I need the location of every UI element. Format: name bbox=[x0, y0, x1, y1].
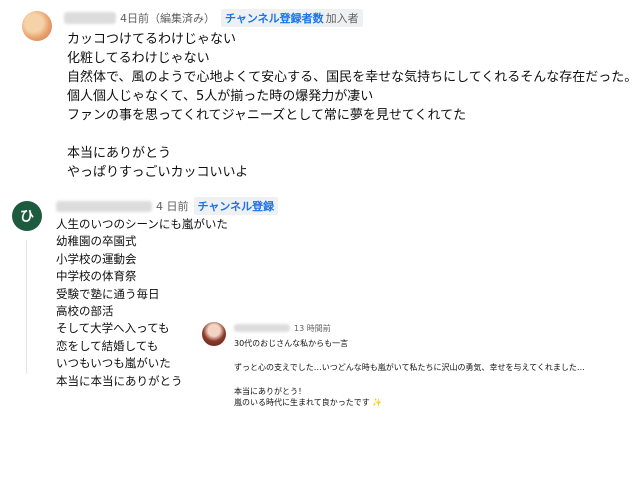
avatar[interactable] bbox=[202, 322, 226, 346]
avatar-letter: ひ bbox=[20, 209, 34, 225]
comment-line: やっぱりすっごいカッコいいよ bbox=[67, 165, 249, 180]
timestamp[interactable]: 4 日前 bbox=[156, 198, 189, 214]
reply-comment: 13 時間前 30代のおじさんな私からも一言 ずっと心の支えでした…いつどんな時… bbox=[0, 318, 640, 418]
comment-line: 化粧してるわけじゃない bbox=[67, 51, 210, 66]
timestamp[interactable]: 4日前（編集済み） bbox=[120, 10, 215, 26]
comment-line: ずっと心の支えでした…いつどんな時も嵐がいて私たちに沢山の勇気、幸せを与えてくれ… bbox=[234, 363, 585, 372]
comment-line bbox=[67, 125, 637, 144]
comment-text: カッコつけてるわけじゃない 化粧してるわけじゃない 自然体で、風のようで心地よく… bbox=[67, 30, 637, 182]
comment-line: 自然体で、風のようで心地よくて安心する、国民を幸せな気持ちにしてくれるそんな存在… bbox=[67, 70, 638, 85]
comment-line: 人生のいつのシーンにも嵐がいた bbox=[56, 217, 228, 231]
comment-line: 小学校の運動会 bbox=[56, 251, 137, 266]
comment-line: 本当にありがとう bbox=[67, 146, 172, 161]
username[interactable] bbox=[56, 200, 152, 212]
username[interactable] bbox=[234, 324, 290, 332]
comment-header: 13 時間前 bbox=[234, 322, 331, 334]
comment-1: 4日前（編集済み） チャンネル登録者数 加入者 カッコつけてるわけじゃない 化粧… bbox=[0, 0, 640, 180]
comment-line: 嵐のいる時代に生まれて良かったです ✨ bbox=[234, 398, 383, 407]
comment-line: 30代のおじさんな私からも一言 bbox=[234, 339, 349, 348]
comment-line bbox=[234, 349, 585, 360]
comment-line: 幼稚園の卒園式 bbox=[56, 234, 137, 249]
avatar[interactable] bbox=[22, 11, 52, 41]
member-badge: チャンネル登録 bbox=[193, 197, 279, 215]
comment-line bbox=[234, 373, 585, 384]
comment-text: 30代のおじさんな私からも一言 ずっと心の支えでした…いつどんな時も嵐がいて私た… bbox=[234, 338, 585, 408]
comment-line: カッコつけてるわけじゃない bbox=[67, 32, 237, 47]
comment-line: 本当にありがとう！ bbox=[234, 387, 306, 396]
comment-line: 受験で塾に通う毎日 bbox=[56, 286, 160, 301]
comment-line: 中学校の体育祭 bbox=[56, 269, 137, 284]
timestamp[interactable]: 13 時間前 bbox=[294, 323, 331, 334]
comment-line: 個人個人じゃなくて、5人が揃った時の爆発力が凄い bbox=[67, 89, 374, 104]
comment-header: 4日前（編集済み） チャンネル登録者数 加入者 bbox=[64, 9, 363, 27]
avatar[interactable]: ひ bbox=[12, 201, 42, 231]
username[interactable] bbox=[64, 12, 116, 24]
member-badge: チャンネル登録者数 加入者 bbox=[221, 9, 363, 27]
comment-line: ファンの事を思ってくれてジャニーズとして常に夢を見せてくれてた bbox=[67, 108, 467, 123]
comment-header: 4 日前 チャンネル登録 bbox=[56, 197, 279, 215]
